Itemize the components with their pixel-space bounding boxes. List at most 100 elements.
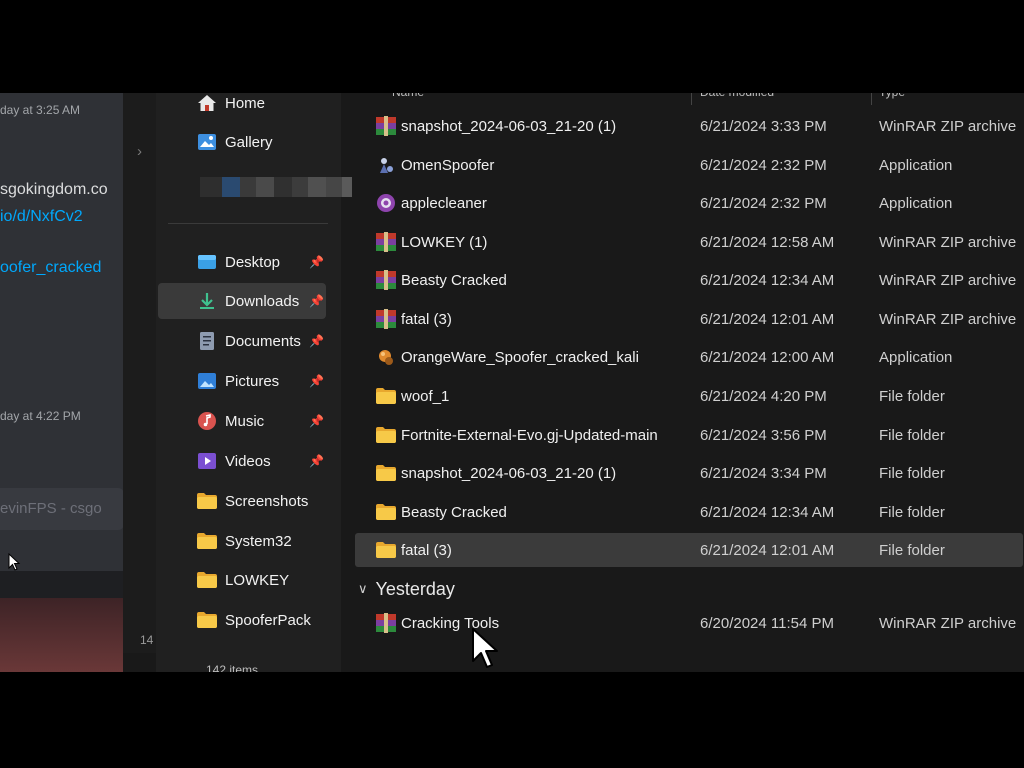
message-timestamp: day at 3:25 AM	[0, 103, 81, 117]
file-name: LOWKEY (1)	[401, 234, 488, 251]
chat-footer-banner	[0, 598, 124, 672]
nav-item-label: Home	[225, 94, 266, 112]
file-date: 6/21/2024 3:34 PM	[700, 465, 827, 482]
pin-icon[interactable]: 📌	[309, 414, 324, 428]
file-explorer-window: › 14 Home Gallery Desktop 📌 Downloads 📌 …	[123, 93, 1024, 672]
file-name: snapshot_2024-06-03_21-20 (1)	[401, 118, 617, 135]
nav-item-downloads[interactable]: Downloads 📌	[158, 283, 326, 319]
file-row[interactable]: woof_1 6/21/2024 4:20 PM File folder	[355, 379, 1023, 413]
status-item-count: 142 items	[206, 663, 259, 672]
file-row[interactable]: OrangeWare_Spoofer_cracked_kali 6/21/202…	[355, 340, 1023, 374]
column-header-type[interactable]: Type	[879, 93, 905, 105]
file-type: Application	[879, 157, 953, 174]
file-date: 6/21/2024 12:58 AM	[700, 234, 835, 251]
file-date: 6/21/2024 12:34 AM	[700, 504, 835, 521]
pin-icon[interactable]: 📌	[309, 334, 324, 348]
file-type: WinRAR ZIP archive	[879, 234, 1017, 251]
file-type: File folder	[879, 504, 945, 521]
column-separator[interactable]	[871, 93, 872, 105]
background-chat-window: day at 3:25 AM sgokingdom.co io/d/NxfCv2…	[0, 93, 124, 672]
winrar-icon	[376, 309, 396, 329]
nav-item-label: Music	[225, 412, 265, 430]
chat-message-input[interactable]: evinFPS - csgo	[0, 488, 124, 530]
file-type: WinRAR ZIP archive	[879, 118, 1017, 135]
file-date: 6/21/2024 12:34 AM	[700, 272, 835, 289]
nav-item-spooferpack[interactable]: SpooferPack	[158, 602, 326, 638]
chat-input-placeholder: evinFPS - csgo	[0, 500, 102, 517]
file-row[interactable]: snapshot_2024-06-03_21-20 (1) 6/21/2024 …	[355, 456, 1023, 490]
folder-icon	[197, 531, 217, 551]
app-icon	[377, 194, 395, 212]
nav-item-home[interactable]: Home	[158, 93, 326, 121]
pin-icon[interactable]: 📌	[309, 255, 324, 269]
nav-item-system32[interactable]: System32	[158, 523, 326, 559]
file-list: Name Date modified Type snapshot_2024-06…	[352, 93, 1024, 672]
file-date: 6/21/2024 3:56 PM	[700, 427, 827, 444]
videos-icon	[197, 451, 217, 471]
file-type: File folder	[879, 388, 945, 405]
nav-divider	[168, 223, 328, 224]
nav-item-videos[interactable]: Videos 📌	[158, 443, 326, 479]
column-header-name[interactable]: Name	[392, 93, 424, 105]
folder-icon	[197, 570, 217, 590]
file-row[interactable]: Beasty Cracked 6/21/2024 12:34 AM File f…	[355, 495, 1023, 529]
nav-item-pictures[interactable]: Pictures 📌	[158, 363, 326, 399]
file-type: WinRAR ZIP archive	[879, 311, 1017, 328]
file-date: 6/21/2024 4:20 PM	[700, 388, 827, 405]
message-link[interactable]: oofer_cracked	[0, 259, 101, 277]
nav-item-lowkey[interactable]: LOWKEY	[158, 562, 326, 598]
message-link[interactable]: sgokingdom.co	[0, 181, 108, 199]
desktop-icon	[197, 252, 217, 272]
group-header-label: Yesterday	[375, 578, 455, 599]
nav-item-label: Desktop	[225, 253, 281, 271]
file-row[interactable]: Fortnite-External-Evo.gj-Updated-main 6/…	[355, 418, 1023, 452]
file-name: Beasty Cracked	[401, 504, 507, 521]
file-date: 6/21/2024 2:32 PM	[700, 195, 827, 212]
chevron-down-icon[interactable]: ∨	[358, 581, 368, 597]
nav-item-music[interactable]: Music 📌	[158, 403, 326, 439]
group-header-yesterday[interactable]: ∨ Yesterday	[358, 575, 455, 603]
file-type: Application	[879, 349, 953, 366]
file-name: OrangeWare_Spoofer_cracked_kali	[401, 349, 639, 366]
background-window-edge: ›	[123, 93, 156, 653]
folder-icon	[376, 542, 396, 558]
pictures-icon	[197, 371, 217, 391]
nav-item-label: Downloads	[225, 292, 300, 310]
folder-icon	[197, 610, 217, 630]
nav-item-gallery[interactable]: Gallery	[158, 124, 326, 160]
mouse-pointer-icon	[8, 553, 21, 571]
nav-item-label: SpooferPack	[225, 611, 311, 629]
pin-icon[interactable]: 📌	[309, 294, 324, 308]
file-row[interactable]: applecleaner 6/21/2024 2:32 PM Applicati…	[355, 186, 1023, 220]
winrar-icon	[376, 116, 396, 136]
pin-icon[interactable]: 📌	[309, 374, 324, 388]
chevron-right-icon[interactable]: ›	[137, 143, 142, 160]
file-row[interactable]: Cracking Tools 6/20/2024 11:54 PM WinRAR…	[355, 606, 1023, 640]
folder-icon	[376, 504, 396, 520]
nav-item-label: Gallery	[225, 133, 273, 151]
nav-item-screenshots[interactable]: Screenshots	[158, 483, 326, 519]
file-row-selected[interactable]: fatal (3) 6/21/2024 12:01 AM File folder	[355, 533, 1023, 567]
folder-icon	[376, 388, 396, 404]
file-name: Fortnite-External-Evo.gj-Updated-main	[401, 427, 658, 444]
file-row[interactable]: OmenSpoofer 6/21/2024 2:32 PM Applicatio…	[355, 148, 1023, 182]
nav-item-desktop[interactable]: Desktop 📌	[158, 244, 326, 280]
file-date: 6/21/2024 12:00 AM	[700, 349, 835, 366]
nav-item-label: LOWKEY	[225, 571, 290, 589]
file-type: File folder	[879, 427, 945, 444]
column-header-date[interactable]: Date modified	[700, 93, 774, 105]
message-link[interactable]: io/d/NxfCv2	[0, 208, 83, 226]
pin-icon[interactable]: 📌	[309, 454, 324, 468]
column-separator[interactable]	[691, 93, 692, 105]
letterbox-top	[0, 0, 1024, 93]
nav-item-label: Pictures	[225, 372, 280, 390]
file-row[interactable]: snapshot_2024-06-03_21-20 (1) 6/21/2024 …	[355, 109, 1023, 143]
nav-item-label: Videos	[225, 452, 271, 470]
file-row[interactable]: Beasty Cracked 6/21/2024 12:34 AM WinRAR…	[355, 263, 1023, 297]
file-row[interactable]: fatal (3) 6/21/2024 12:01 AM WinRAR ZIP …	[355, 302, 1023, 336]
file-row[interactable]: LOWKEY (1) 6/21/2024 12:58 AM WinRAR ZIP…	[355, 225, 1023, 259]
music-icon	[197, 411, 217, 431]
nav-item-documents[interactable]: Documents 📌	[158, 323, 326, 359]
nav-item-label: Screenshots	[225, 492, 309, 510]
file-name: snapshot_2024-06-03_21-20 (1)	[401, 465, 617, 482]
